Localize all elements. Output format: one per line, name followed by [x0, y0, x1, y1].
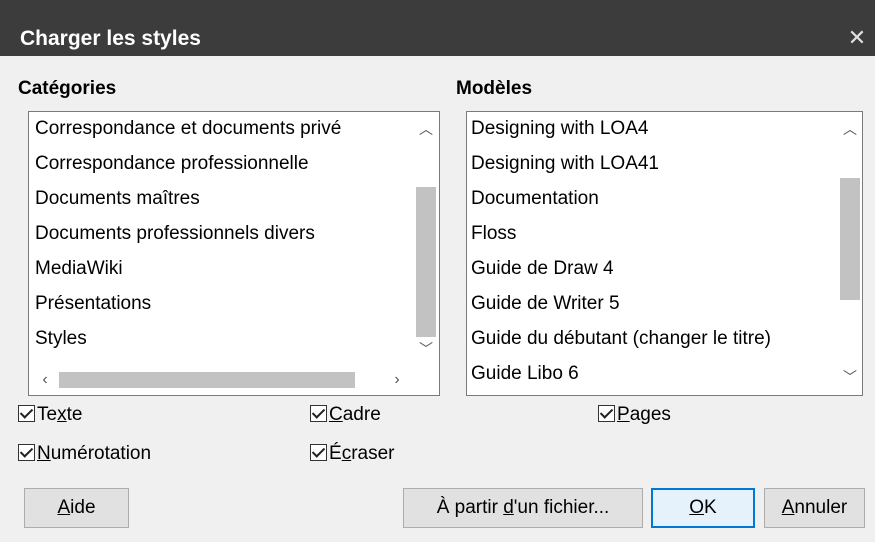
list-item[interactable]: Documents maîtres: [35, 188, 200, 210]
templates-vertical-scrollbar[interactable]: ︿ ﹀: [838, 112, 862, 395]
list-item[interactable]: Présentations: [35, 293, 151, 315]
scroll-down-icon[interactable]: ﹀: [416, 342, 436, 356]
close-icon[interactable]: ✕: [839, 23, 875, 55]
list-item[interactable]: MediaWiki: [35, 258, 123, 280]
list-item[interactable]: Designing with LOA41: [471, 153, 659, 175]
list-item[interactable]: Guide Libo 6: [471, 363, 579, 385]
scroll-down-icon[interactable]: ﹀: [840, 370, 860, 384]
ecraser-checkbox[interactable]: Écraser: [310, 443, 394, 465]
templates-list[interactable]: Designing with LOA4 Designing with LOA41…: [466, 111, 863, 396]
scroll-right-icon[interactable]: ›: [387, 372, 407, 388]
list-item[interactable]: Documents professionnels divers: [35, 223, 315, 245]
list-item[interactable]: Correspondance professionnelle: [35, 153, 309, 175]
list-item[interactable]: Guide du débutant (changer le titre): [471, 328, 771, 350]
categories-list[interactable]: Correspondance et documents privé Corres…: [28, 111, 440, 396]
list-item[interactable]: Floss: [471, 223, 516, 245]
list-item[interactable]: Designing with LOA4: [471, 118, 648, 140]
help-button[interactable]: Aide: [24, 488, 129, 528]
checkbox-checked-icon[interactable]: [18, 405, 35, 422]
checkbox-checked-icon[interactable]: [310, 405, 327, 422]
list-item[interactable]: Styles: [35, 328, 87, 350]
pages-checkbox[interactable]: Pages: [598, 404, 671, 426]
categories-horizontal-scrollbar[interactable]: ‹ ›: [29, 366, 413, 394]
from-file-button[interactable]: À partir d'un fichier...: [403, 488, 643, 528]
scroll-left-icon[interactable]: ‹: [35, 372, 55, 388]
scroll-up-icon[interactable]: ︿: [840, 122, 860, 136]
scroll-up-icon[interactable]: ︿: [416, 122, 436, 136]
list-item[interactable]: Correspondance et documents privé: [35, 118, 341, 140]
ok-button[interactable]: OK: [651, 488, 755, 528]
list-item[interactable]: Guide de Draw 4: [471, 258, 614, 280]
cadre-checkbox[interactable]: Cadre: [310, 404, 381, 426]
cancel-button[interactable]: Annuler: [764, 488, 865, 528]
dialog-title: Charger les styles: [20, 27, 201, 50]
checkbox-checked-icon[interactable]: [310, 444, 327, 461]
checkbox-checked-icon[interactable]: [18, 444, 35, 461]
categories-heading: Catégories: [18, 78, 117, 99]
scroll-thumb[interactable]: [416, 187, 436, 337]
texte-checkbox[interactable]: Texte: [18, 404, 82, 426]
templates-heading: Modèles: [456, 78, 533, 99]
list-item[interactable]: Guide de Writer 5: [471, 293, 620, 315]
numerotation-checkbox[interactable]: Numérotation: [18, 443, 151, 465]
scroll-thumb[interactable]: [59, 372, 355, 388]
categories-vertical-scrollbar[interactable]: ︿ ﹀: [413, 112, 439, 366]
checkbox-checked-icon[interactable]: [598, 405, 615, 422]
scroll-thumb[interactable]: [840, 178, 860, 300]
list-item[interactable]: Documentation: [471, 188, 599, 210]
title-bar: Charger les styles ✕: [0, 0, 875, 56]
